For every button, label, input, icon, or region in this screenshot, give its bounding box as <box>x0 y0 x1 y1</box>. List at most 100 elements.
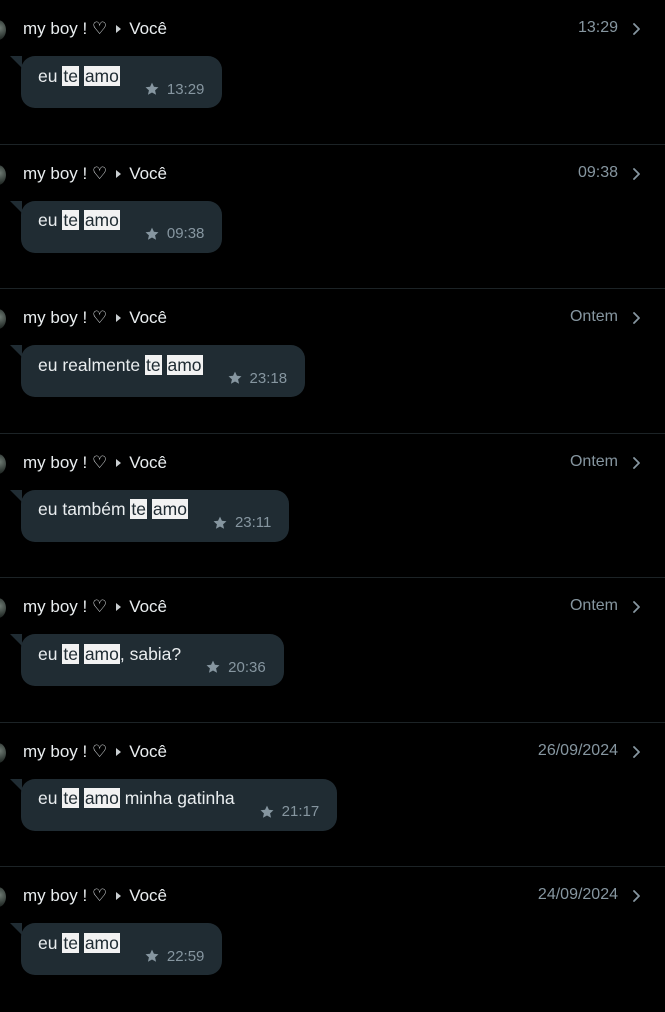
message-bubble[interactable]: eu te amo 22:59 <box>9 923 223 975</box>
message-time: 23:11 <box>234 514 272 531</box>
star-icon <box>260 805 274 818</box>
search-highlight: amo <box>83 643 120 664</box>
message-header: my boy ! ♡ Você Ontem <box>23 452 665 474</box>
search-highlight: amo <box>83 932 120 953</box>
sender-name: my boy ! ♡ <box>23 163 108 183</box>
message-text: eu realmente te amo <box>38 354 203 376</box>
sender-name: my boy ! ♡ <box>23 886 108 905</box>
arrow-right-icon <box>116 747 122 756</box>
starred-message-item[interactable]: my boy ! ♡ Você 24/09/2024 eu te amo 22:… <box>0 867 665 1012</box>
search-highlight: amo <box>83 65 120 86</box>
message-meta: 20:36 <box>205 659 266 676</box>
message-bubble[interactable]: eu realmente te amo 23:18 <box>9 345 306 397</box>
recipient-name: Você <box>129 452 168 472</box>
message-text: eu te amo <box>38 65 120 87</box>
avatar[interactable] <box>0 453 6 474</box>
sender-recipient: my boy ! ♡ Você <box>23 164 167 184</box>
message-text: eu te amo, sabia? <box>38 643 181 665</box>
message-text-segment: eu também <box>38 499 131 519</box>
avatar[interactable] <box>0 164 6 185</box>
message-text: eu te amo minha gatinha <box>38 788 235 809</box>
message-header: my boy ! ♡ Você 09:38 <box>23 163 665 185</box>
avatar[interactable] <box>0 598 6 618</box>
arrow-right-icon <box>116 25 122 33</box>
message-date: 09:38 <box>577 163 618 181</box>
recipient-name: Você <box>129 163 168 183</box>
avatar[interactable] <box>0 309 6 329</box>
sender-recipient: my boy ! ♡ Você <box>23 886 167 906</box>
message-text-segment: eu realmente <box>38 354 146 375</box>
search-highlight: te <box>62 210 79 230</box>
sender-name: my boy ! ♡ <box>23 741 108 761</box>
message-bubble[interactable]: eu te amo 09:38 <box>9 200 223 253</box>
sender-recipient: my boy ! ♡ Você <box>23 742 167 762</box>
message-header: my boy ! ♡ Você Ontem <box>23 307 665 329</box>
starred-message-item[interactable]: my boy ! ♡ Você Ontem eu realmente te am… <box>0 289 665 434</box>
sender-recipient: my boy ! ♡ Você <box>23 453 167 473</box>
sender-recipient: my boy ! ♡ Você <box>23 19 167 39</box>
message-text-segment: eu <box>38 932 63 953</box>
message-header: my boy ! ♡ Você Ontem <box>23 596 665 618</box>
starred-message-item[interactable]: my boy ! ♡ Você 09:38 eu te amo 09:38 <box>0 145 665 289</box>
message-text-segment: eu <box>38 210 63 230</box>
message-meta: 13:29 <box>144 81 204 98</box>
message-meta: 22:59 <box>144 947 205 965</box>
star-icon <box>206 660 220 673</box>
chevron-right-icon[interactable] <box>629 745 643 759</box>
starred-message-item[interactable]: my boy ! ♡ Você Ontem eu também te amo 2… <box>0 434 665 578</box>
message-time: 09:38 <box>166 225 205 242</box>
message-header: my boy ! ♡ Você 13:29 <box>23 18 665 40</box>
recipient-name: Você <box>129 19 168 38</box>
sender-recipient: my boy ! ♡ Você <box>23 308 167 328</box>
search-highlight: te <box>130 499 148 519</box>
message-text-segment: minha gatinha <box>119 788 235 808</box>
recipient-name: Você <box>129 741 168 761</box>
message-date: Ontem <box>569 452 618 470</box>
avatar[interactable] <box>0 742 6 763</box>
starred-message-item[interactable]: my boy ! ♡ Você Ontem eu te amo, sabia? … <box>0 578 665 723</box>
star-icon <box>213 516 227 529</box>
chevron-right-icon[interactable] <box>629 456 643 470</box>
star-icon <box>145 949 159 962</box>
message-bubble[interactable]: eu também te amo 23:11 <box>9 489 290 542</box>
message-date: Ontem <box>569 308 618 325</box>
search-highlight: te <box>62 788 79 808</box>
search-highlight: te <box>62 65 79 86</box>
message-date: 13:29 <box>577 19 618 36</box>
recipient-name: Você <box>129 886 168 905</box>
message-bubble[interactable]: eu te amo, sabia? 20:36 <box>10 634 284 686</box>
message-bubble[interactable]: eu te amo minha gatinha 21:17 <box>9 778 338 831</box>
message-date: Ontem <box>569 597 618 614</box>
message-text: eu te amo <box>38 932 120 954</box>
message-header: my boy ! ♡ Você 26/09/2024 <box>23 741 665 763</box>
starred-message-item[interactable]: my boy ! ♡ Você 13:29 eu te amo 13:29 <box>0 0 665 145</box>
arrow-right-icon <box>116 169 122 178</box>
chevron-right-icon[interactable] <box>629 889 643 903</box>
recipient-name: Você <box>129 308 168 327</box>
avatar[interactable] <box>0 887 6 907</box>
message-meta: 21:17 <box>259 803 319 820</box>
message-meta: 23:18 <box>227 370 287 387</box>
message-bubble[interactable]: eu te amo 13:29 <box>9 56 223 108</box>
message-text: eu te amo <box>38 210 120 231</box>
search-highlight: amo <box>166 354 203 375</box>
sender-name: my boy ! ♡ <box>23 597 108 616</box>
search-highlight: amo <box>83 210 120 230</box>
search-highlight: amo <box>83 788 120 808</box>
message-meta: 09:38 <box>144 225 205 242</box>
chevron-right-icon[interactable] <box>629 22 643 36</box>
search-highlight: amo <box>151 499 188 519</box>
arrow-right-icon <box>116 892 122 900</box>
chevron-right-icon[interactable] <box>629 600 643 614</box>
message-text-segment: eu <box>38 65 63 86</box>
avatar[interactable] <box>0 20 6 40</box>
star-icon <box>145 82 159 95</box>
message-header: my boy ! ♡ Você 24/09/2024 <box>23 885 665 907</box>
chevron-right-icon[interactable] <box>629 167 643 181</box>
message-text-segment <box>162 355 167 375</box>
message-time: 22:59 <box>166 947 205 965</box>
chevron-right-icon[interactable] <box>629 311 643 325</box>
sender-recipient: my boy ! ♡ Você <box>23 597 167 617</box>
starred-message-item[interactable]: my boy ! ♡ Você 26/09/2024 eu te amo min… <box>0 723 665 867</box>
message-text-segment: eu <box>38 643 63 664</box>
